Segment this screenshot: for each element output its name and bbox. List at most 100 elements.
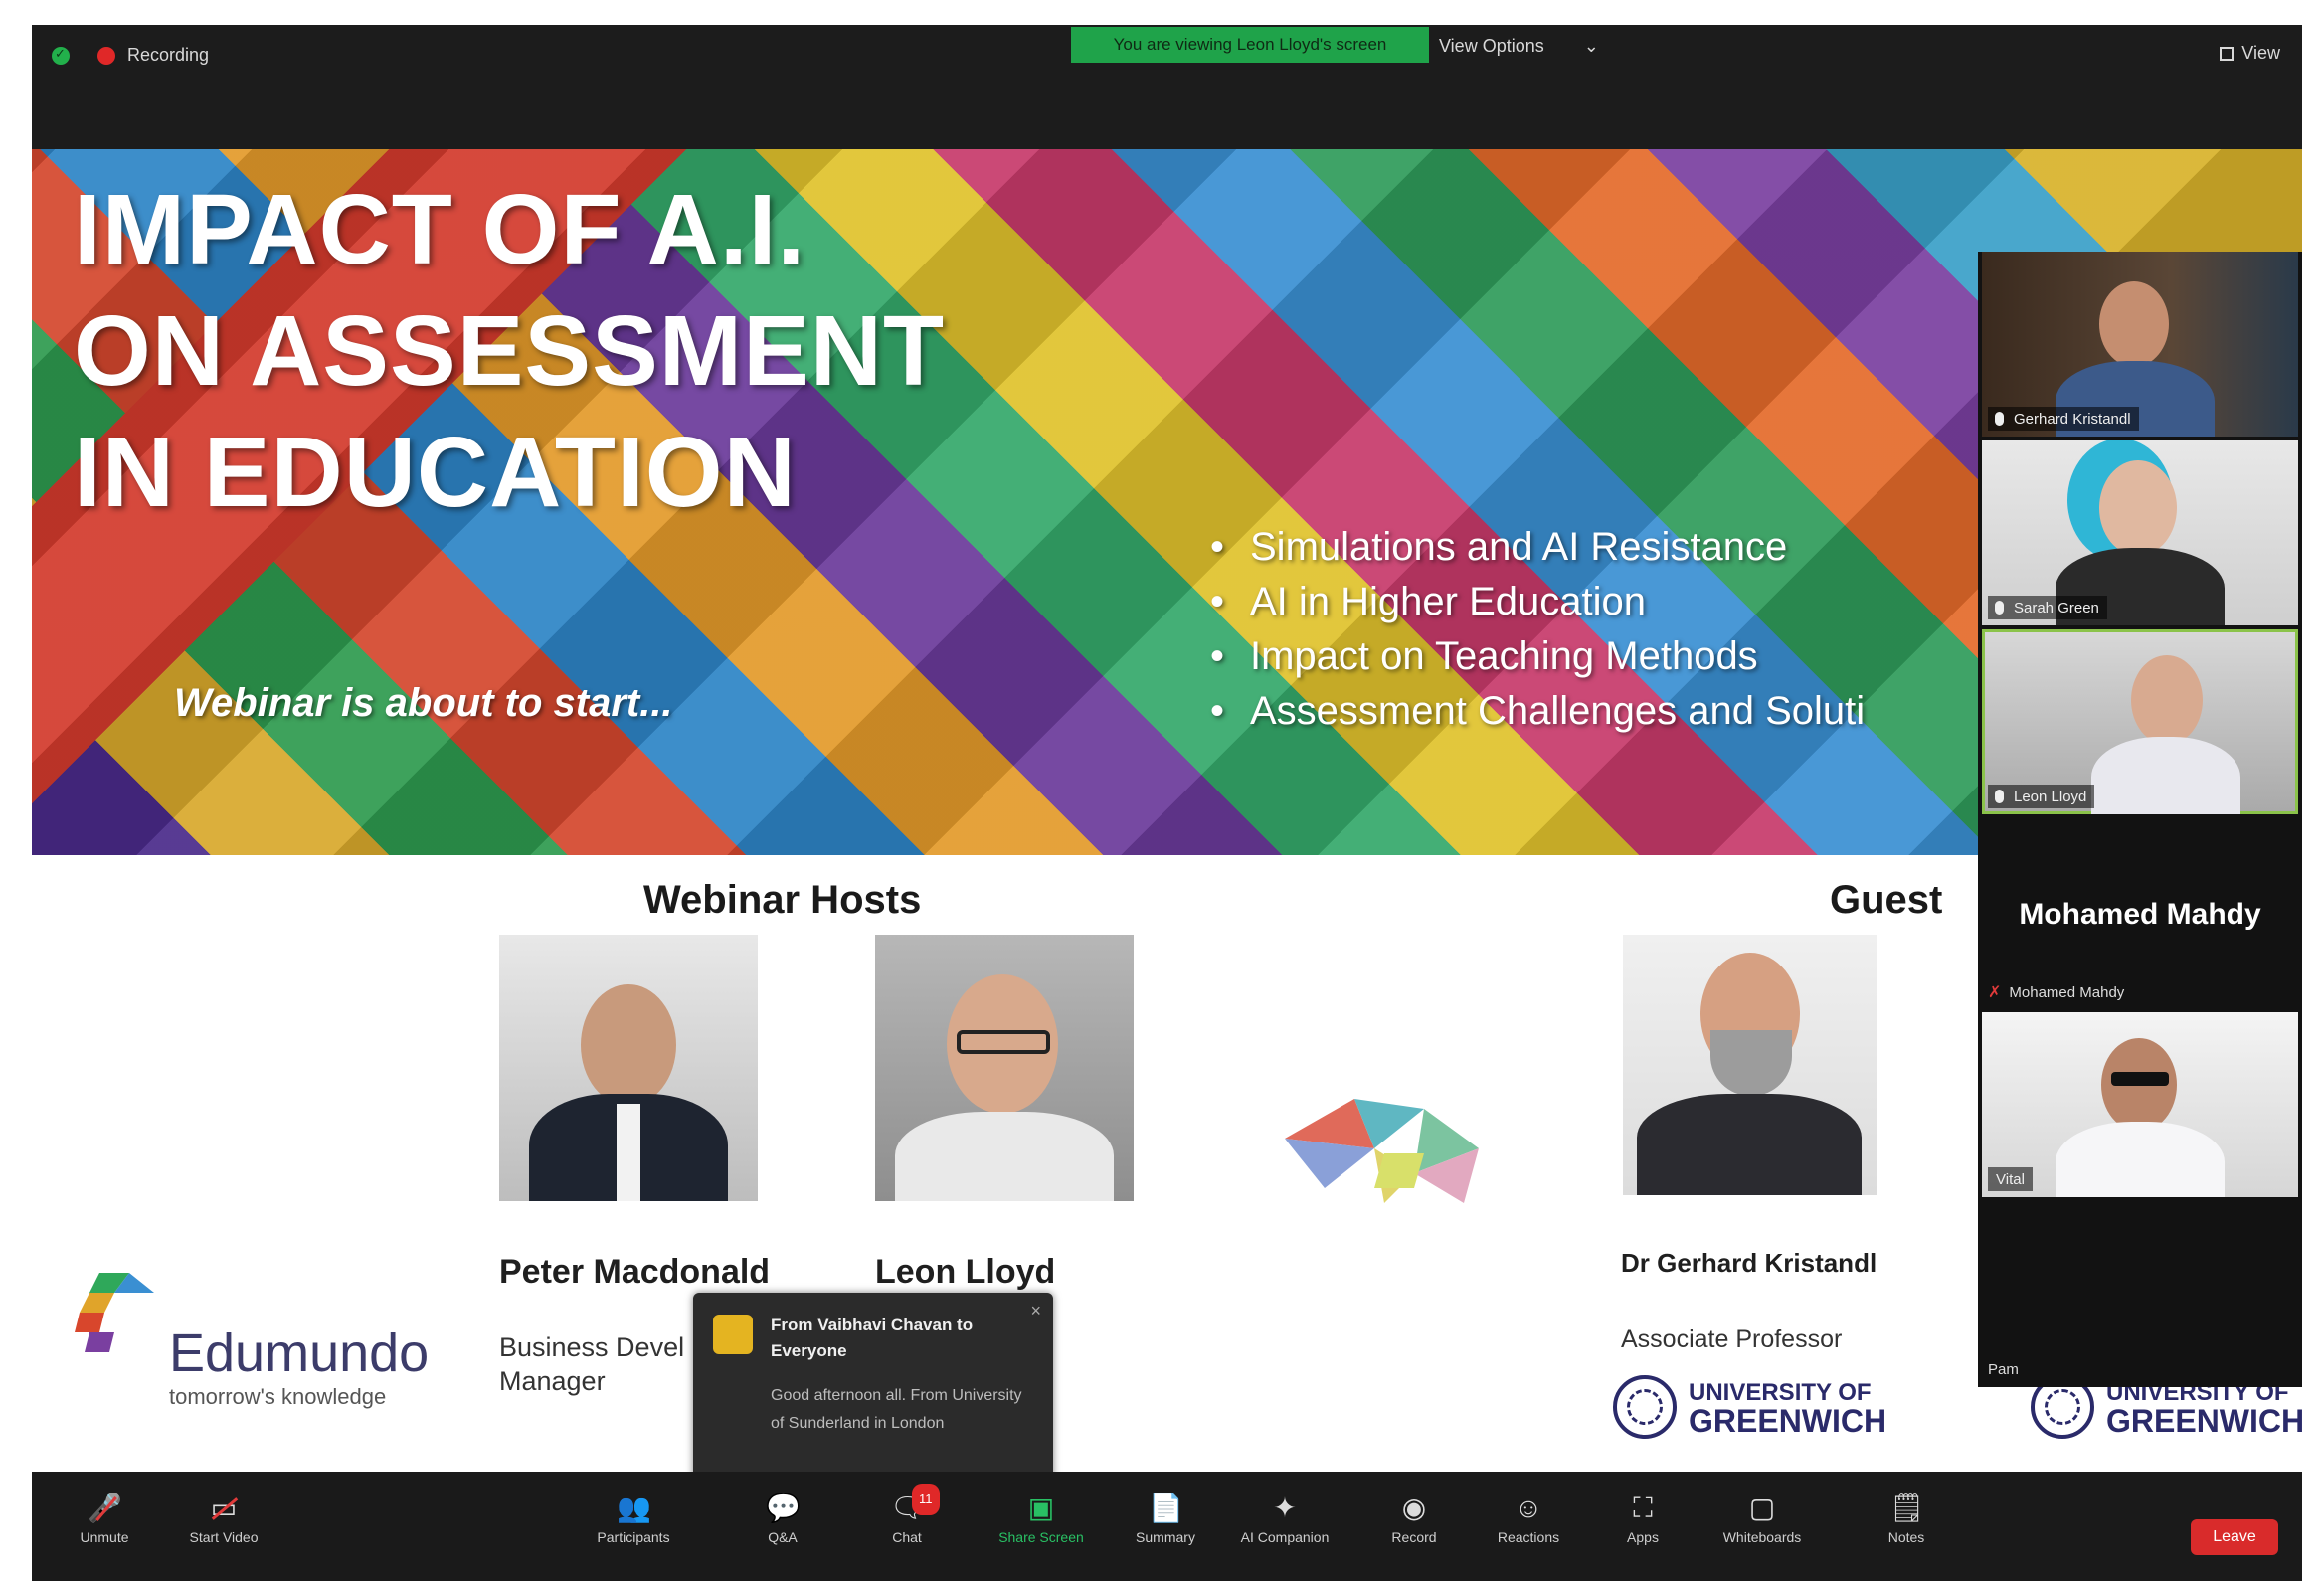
guest-role: Associate Professor [1621, 1325, 1843, 1353]
topic-item: Impact on Teaching Methods [1210, 634, 1865, 689]
hosts-heading: Webinar Hosts [643, 878, 922, 922]
participant-name-label: Leon Lloyd [1988, 785, 2095, 808]
participants-icon: 👥 [617, 1493, 651, 1523]
video-tile[interactable]: Sarah Green [1982, 440, 2298, 625]
summary-icon: 📄 [1149, 1493, 1183, 1523]
host-role-line: Manager [499, 1366, 606, 1396]
participant-name: Gerhard Kristandl [2014, 410, 2131, 428]
featured-participant-name: Mohamed Mahdy [2019, 898, 2261, 931]
toolbar-label: Summary [1136, 1529, 1195, 1545]
mic-icon [1995, 601, 2004, 615]
edumundo-tagline: tomorrow's knowledge [169, 1384, 387, 1409]
mic-icon [1995, 790, 2004, 803]
record-icon: ◉ [1401, 1493, 1427, 1523]
guest-photo-gerhard [1623, 935, 1877, 1195]
chat-notification[interactable]: × From Vaibhavi Chavan to Everyone Good … [693, 1293, 1053, 1472]
toolbar-label: Start Video [189, 1529, 259, 1545]
zoom-window: Recording You are viewing Leon Lloyd's s… [32, 25, 2302, 1581]
toolbar-label: Unmute [80, 1529, 129, 1545]
notes-icon: 🗒 [1889, 1493, 1925, 1523]
view-options-button[interactable]: View Options ⌄ [1439, 31, 1599, 61]
share-screen-button[interactable]: ▣ Share Screen [986, 1493, 1096, 1546]
slide-title-line: IN EDUCATION [74, 417, 797, 528]
toolbar-label: AI Companion [1240, 1529, 1330, 1545]
toolbar-label: Notes [1887, 1529, 1925, 1545]
host-photo-peter [499, 935, 758, 1201]
viewing-screen-banner: You are viewing Leon Lloyd's screen [1071, 27, 1429, 63]
participant-name-label: Gerhard Kristandl [1988, 407, 2139, 431]
whiteboards-button[interactable]: ▢ Whiteboards [1707, 1493, 1817, 1546]
leave-button[interactable]: Leave [2191, 1519, 2278, 1555]
video-off-icon: ▭ [207, 1493, 241, 1523]
whiteboards-icon: ▢ [1748, 1493, 1776, 1523]
recording-icon [97, 47, 115, 65]
view-button[interactable]: View [2220, 43, 2280, 64]
reactions-button[interactable]: ☺ Reactions [1474, 1493, 1583, 1546]
sender-avatar [713, 1315, 753, 1354]
slide-title: IMPACT OF A.I. ON ASSESSMENT IN EDUCATIO… [74, 169, 945, 533]
slide-title-line: ON ASSESSMENT [74, 295, 946, 407]
toolbar-label: Whiteboards [1722, 1529, 1802, 1545]
topic-item: Assessment Challenges and Soluti [1210, 689, 1865, 744]
toolbar-label: Participants [597, 1529, 670, 1545]
apps-icon: ⛶ [1633, 1493, 1653, 1523]
webinar-status-text: Webinar is about to start... [174, 681, 673, 725]
guest-name: Dr Gerhard Kristandl [1621, 1248, 1877, 1278]
chat-sender: From Vaibhavi Chavan to Everyone [771, 1316, 974, 1360]
meeting-toolbar: 🎤 Unmute ▭ Start Video 👥 Participants 💬 … [32, 1472, 2302, 1581]
host-name: Peter Macdonald [499, 1253, 771, 1291]
slide-banner: IMPACT OF A.I. ON ASSESSMENT IN EDUCATIO… [32, 149, 2302, 855]
unmute-button[interactable]: 🎤 Unmute [50, 1493, 159, 1546]
edumundo-mark-icon [75, 1273, 154, 1352]
toolbar-label: Reactions [1497, 1529, 1560, 1545]
mic-off-icon: ✗ [1988, 984, 2002, 1001]
toolbar-label: Share Screen [998, 1529, 1084, 1545]
chat-button[interactable]: 🗨 11 Chat [852, 1484, 962, 1545]
guest-heading: Guest [1830, 878, 1943, 922]
notes-button[interactable]: 🗒 Notes [1852, 1493, 1961, 1546]
security-shield-icon[interactable] [52, 46, 70, 65]
summary-button[interactable]: 📄 Summary [1111, 1493, 1220, 1546]
participant-name-label: Sarah Green [1988, 596, 2107, 619]
video-tile[interactable]: Gerhard Kristandl [1982, 252, 2298, 437]
toolbar-label: Q&A [768, 1529, 798, 1545]
university-seal-icon [1613, 1375, 1677, 1439]
participant-name-label: Pam [1988, 1361, 2019, 1378]
participant-name: Mohamed Mahdy [2009, 983, 2125, 1001]
host-photo-leon [875, 935, 1134, 1201]
close-icon[interactable]: × [1030, 1301, 1041, 1321]
apps-button[interactable]: ⛶ Apps [1588, 1493, 1698, 1546]
view-options-label: View Options [1439, 35, 1544, 56]
university-logo: UNIVERSITY OF GREENWICH [1613, 1372, 1886, 1442]
edumundo-wordmark: Edumundo [169, 1323, 430, 1383]
participant-name-label: ✗ Mohamed Mahdy [1988, 982, 2124, 1002]
host-role-line: Business Devel [499, 1332, 685, 1362]
participant-name: Leon Lloyd [2014, 788, 2087, 805]
ai-companion-button[interactable]: ✦ AI Companion [1230, 1493, 1340, 1546]
mic-icon [1995, 412, 2004, 426]
video-tile[interactable]: Vital [1982, 1012, 2298, 1197]
chat-badge: 11 [912, 1484, 940, 1515]
tangram-logo-icon [1285, 1099, 1479, 1203]
chat-icon: 🗨 11 [890, 1484, 940, 1523]
grid-icon [2220, 46, 2235, 61]
view-label: View [2241, 43, 2280, 63]
topic-item: Simulations and AI Resistance [1210, 525, 1865, 580]
qa-button[interactable]: 💬 Q&A [728, 1493, 837, 1546]
topic-list: Simulations and AI Resistance AI in High… [1210, 525, 1865, 744]
host-role: Business Devel Manager [499, 1330, 684, 1398]
host-name: Leon Lloyd [875, 1253, 1056, 1291]
toolbar-label: Apps [1627, 1529, 1659, 1545]
video-tile-active[interactable]: Leon Lloyd [1982, 629, 2298, 814]
chat-message: Good afternoon all. From University of S… [771, 1387, 1022, 1432]
participants-button[interactable]: 👥 Participants [579, 1493, 688, 1546]
reactions-icon: ☺ [1514, 1493, 1543, 1523]
university-line2: GREENWICH [1689, 1403, 1887, 1439]
record-button[interactable]: ◉ Record [1359, 1493, 1469, 1546]
slide-title-line: IMPACT OF A.I. [74, 174, 806, 285]
toolbar-label: Chat [892, 1529, 922, 1545]
topic-item: AI in Higher Education [1210, 580, 1865, 634]
start-video-button[interactable]: ▭ Start Video [169, 1493, 278, 1546]
shared-slide: IMPACT OF A.I. ON ASSESSMENT IN EDUCATIO… [32, 149, 2302, 1472]
participant-name-label: Vital [1988, 1167, 2033, 1191]
